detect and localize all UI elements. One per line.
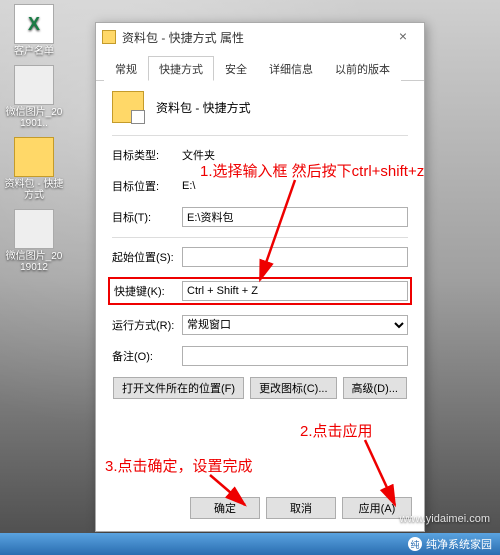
cancel-button[interactable]: 取消: [266, 497, 336, 519]
start-in-input[interactable]: [182, 247, 408, 267]
run-select[interactable]: 常规窗口: [182, 315, 408, 335]
field-start-in: 起始位置(S):: [112, 246, 408, 268]
folder-shortcut-icon: [14, 137, 54, 177]
tab-content: 资料包 - 快捷方式 目标类型: 文件夹 目标位置: E:\ 目标(T): 起始…: [96, 81, 424, 489]
brand-text: 纯净系统家园: [426, 536, 492, 552]
desktop-icon[interactable]: 客户名单: [4, 4, 64, 57]
tab-details[interactable]: 详细信息: [258, 56, 324, 81]
desktop-icon[interactable]: 微信图片_2019012: [4, 209, 64, 273]
tab-security[interactable]: 安全: [214, 56, 258, 81]
desktop-icon-label: 微信图片_2019012: [4, 251, 64, 273]
label-start-in: 起始位置(S):: [112, 249, 182, 265]
folder-icon: [102, 30, 116, 44]
field-hotkey: 快捷键(K):: [108, 277, 412, 305]
ok-button[interactable]: 确定: [190, 497, 260, 519]
tab-bar: 常规 快捷方式 安全 详细信息 以前的版本: [96, 51, 424, 81]
excel-icon: [14, 4, 54, 44]
label-target-type: 目标类型:: [112, 147, 182, 163]
label-target: 目标(T):: [112, 209, 182, 225]
watermark-url: www.yidaimei.com: [400, 513, 490, 525]
desktop-icons: 客户名单 微信图片_201901.. 资料包 - 快捷方式 微信图片_20190…: [4, 4, 84, 281]
label-hotkey: 快捷键(K):: [112, 283, 182, 299]
field-comment: 备注(O):: [112, 345, 408, 367]
field-target-type: 目标类型: 文件夹: [112, 144, 408, 166]
folder-shortcut-icon: [112, 91, 144, 123]
titlebar[interactable]: 资料包 - 快捷方式 属性 ×: [96, 23, 424, 51]
separator: [112, 237, 408, 238]
comment-input[interactable]: [182, 346, 408, 366]
shortcut-name: 资料包 - 快捷方式: [156, 99, 251, 116]
header-row: 资料包 - 快捷方式: [112, 91, 408, 123]
value-target-type: 文件夹: [182, 147, 408, 163]
footer-bar: 纯 纯净系统家园: [0, 533, 500, 555]
field-target: 目标(T):: [112, 206, 408, 228]
image-icon: [14, 209, 54, 249]
desktop-icon[interactable]: 资料包 - 快捷方式: [4, 137, 64, 201]
field-target-location: 目标位置: E:\: [112, 175, 408, 197]
target-input[interactable]: [182, 207, 408, 227]
change-icon-button[interactable]: 更改图标(C)...: [250, 377, 336, 399]
tab-shortcut[interactable]: 快捷方式: [148, 56, 214, 81]
open-location-button[interactable]: 打开文件所在的位置(F): [113, 377, 244, 399]
window-title: 资料包 - 快捷方式 属性: [122, 29, 388, 46]
image-icon: [14, 65, 54, 105]
footer-brand: 纯 纯净系统家园: [408, 536, 492, 552]
brand-icon: 纯: [408, 537, 422, 551]
label-comment: 备注(O):: [112, 348, 182, 364]
label-run: 运行方式(R):: [112, 317, 182, 333]
desktop-icon-label: 资料包 - 快捷方式: [4, 179, 64, 201]
desktop-icon-label: 客户名单: [4, 46, 64, 57]
desktop-icon[interactable]: 微信图片_201901..: [4, 65, 64, 129]
tab-previous[interactable]: 以前的版本: [324, 56, 401, 81]
advanced-button[interactable]: 高级(D)...: [343, 377, 407, 399]
value-target-location: E:\: [182, 180, 408, 192]
label-target-location: 目标位置:: [112, 178, 182, 194]
separator: [112, 135, 408, 136]
hotkey-input[interactable]: [182, 281, 408, 301]
properties-dialog: 资料包 - 快捷方式 属性 × 常规 快捷方式 安全 详细信息 以前的版本 资料…: [95, 22, 425, 532]
close-icon[interactable]: ×: [388, 27, 418, 47]
tab-general[interactable]: 常规: [104, 56, 148, 81]
mid-button-row: 打开文件所在的位置(F) 更改图标(C)... 高级(D)...: [112, 377, 408, 399]
field-run: 运行方式(R): 常规窗口: [112, 314, 408, 336]
desktop-icon-label: 微信图片_201901..: [4, 107, 64, 129]
dialog-footer: 确定 取消 应用(A): [96, 489, 424, 531]
